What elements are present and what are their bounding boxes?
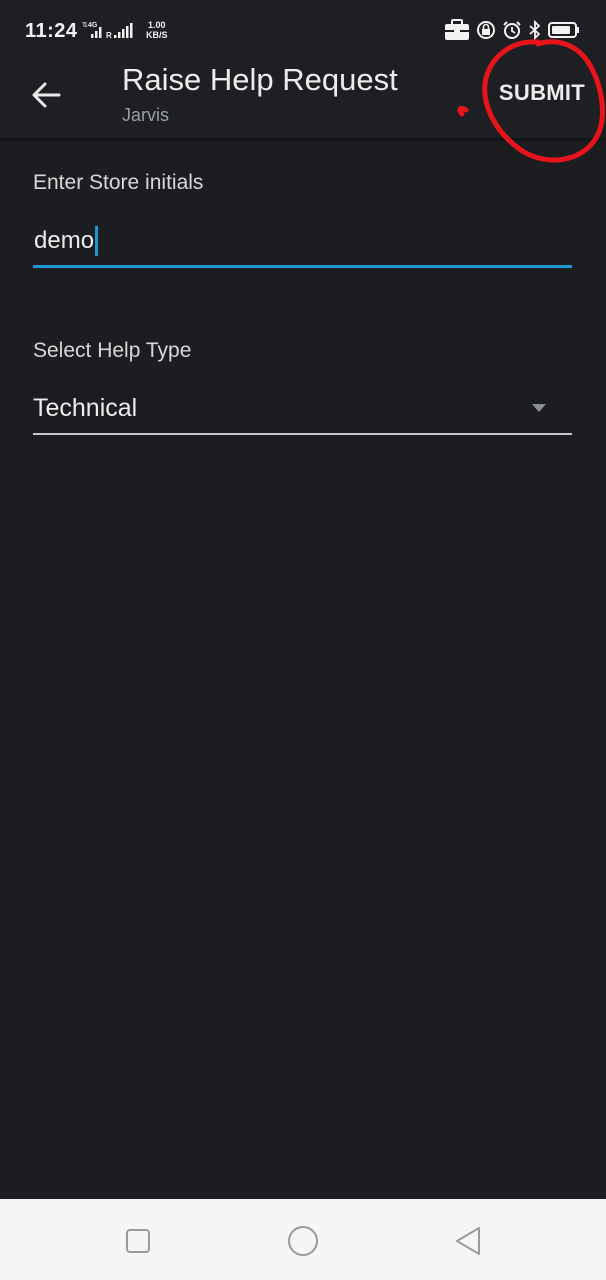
status-icons (444, 18, 580, 42)
network-speed: 1.00 KB/S (146, 20, 168, 40)
store-initials-label: Enter Store initials (33, 171, 204, 194)
signal-icon: 4G ⇅ R (82, 22, 133, 40)
recents-square-icon (126, 1229, 150, 1253)
network-type: 4G (88, 22, 98, 29)
briefcase-icon (445, 19, 469, 40)
help-type-dropdown[interactable]: Technical (33, 388, 572, 435)
back-triangle-icon (456, 1227, 480, 1255)
help-type-value: Technical (33, 394, 138, 422)
svg-text:⇅: ⇅ (82, 22, 88, 29)
battery-icon (548, 22, 579, 38)
back-button[interactable] (18, 72, 74, 118)
nav-back-button[interactable] (446, 1219, 490, 1263)
status-bar: 11:24 4G ⇅ R 1.00 KB/S (0, 0, 606, 60)
alarm-icon (503, 21, 521, 39)
home-circle-icon (288, 1226, 318, 1256)
page-title: Raise Help Request (122, 62, 398, 97)
speed-value: 1.00 (147, 20, 166, 30)
store-initials-input[interactable]: demo (33, 222, 572, 268)
lock-rotation-icon (477, 21, 495, 39)
store-initials-value: demo (34, 227, 95, 254)
help-type-label: Select Help Type (33, 339, 192, 362)
page-subtitle: Jarvis (122, 105, 170, 125)
submit-button[interactable]: SUBMIT (486, 72, 598, 114)
bluetooth-icon (529, 20, 541, 40)
dropdown-arrow-icon (532, 404, 546, 412)
text-cursor (95, 226, 98, 256)
system-nav-bar (0, 1199, 606, 1280)
home-button[interactable] (281, 1219, 325, 1263)
speed-unit: KB/S (146, 30, 168, 40)
status-time: 11:24 (25, 20, 78, 42)
help-request-screen: 11:24 4G ⇅ R 1.00 KB/S Raise Help Reques… (0, 0, 606, 1280)
app-bar: Raise Help Request Jarvis SUBMIT (0, 60, 606, 138)
recents-button[interactable] (116, 1219, 160, 1263)
roaming-indicator: R (106, 31, 112, 40)
arrow-back-icon (32, 82, 61, 108)
